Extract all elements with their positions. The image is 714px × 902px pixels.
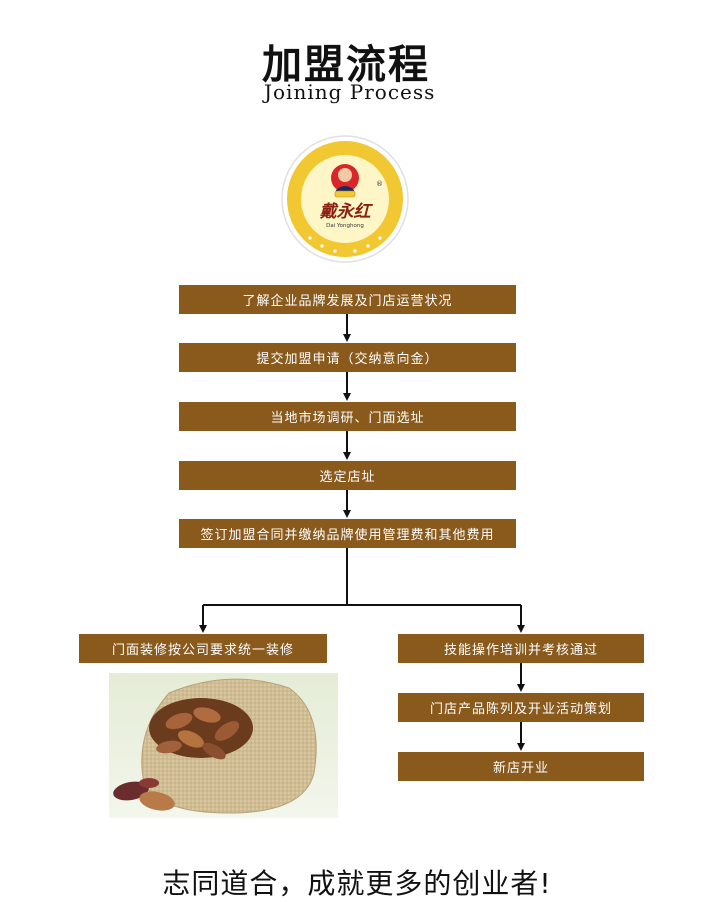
flow-step-display-planning: 门店产品陈列及开业活动策划	[398, 693, 644, 722]
pecan-sack-image	[109, 673, 338, 818]
logo-brand-cn: 戴永红	[320, 202, 374, 222]
flow-step-grand-opening: 新店开业	[398, 752, 644, 781]
flow-step-4: 选定店址	[179, 461, 516, 490]
flow-step-3: 当地市场调研、门面选址	[179, 402, 516, 431]
page-subtitle: Joining Process	[264, 80, 436, 104]
flow-step-training: 技能操作培训并考核通过	[398, 634, 644, 663]
footer-slogan: 志同道合，成就更多的创业者!	[162, 867, 552, 900]
logo-brand-en: Dai Yonghong	[326, 223, 364, 229]
flow-step-5: 签订加盟合同并缴纳品牌使用管理费和其他费用	[179, 519, 516, 548]
registered-mark: ®	[376, 180, 383, 188]
flow-step-renovation: 门面装修按公司要求统一装修	[79, 634, 327, 663]
flow-step-2: 提交加盟申请（交纳意向金）	[179, 343, 516, 372]
brand-seal-icon: ® 戴永红 Dai Yonghong	[281, 135, 409, 263]
flow-step-1: 了解企业品牌发展及门店运营状况	[179, 285, 516, 314]
